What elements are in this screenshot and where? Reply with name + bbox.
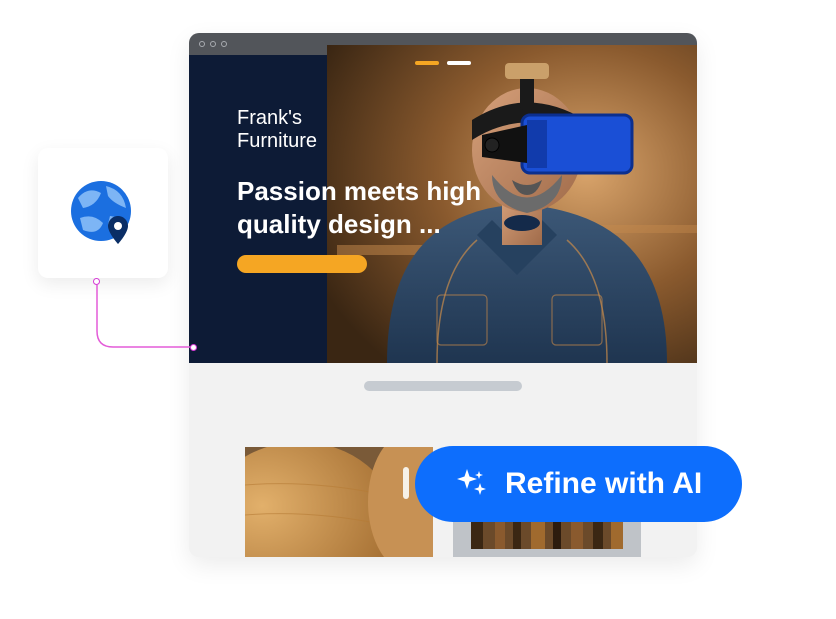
nav-dot-active (415, 61, 439, 65)
hero-headline: Passion meets high quality design ... (237, 175, 557, 240)
connector-endpoint (190, 344, 197, 351)
connector-line (93, 281, 198, 353)
brand-line-2: Furniture (237, 130, 317, 152)
product-card[interactable] (245, 447, 433, 557)
brand-name: Frank's Furniture (237, 107, 317, 153)
connector-endpoint (93, 278, 100, 285)
cta-button[interactable] (237, 255, 367, 273)
brand-line-1: Frank's (237, 107, 302, 129)
location-globe-card[interactable] (38, 148, 168, 278)
sparkle-icon (455, 467, 489, 501)
window-dot (199, 41, 205, 47)
nav-indicator (415, 61, 471, 65)
window-dot (210, 41, 216, 47)
hero-section: Frank's Furniture Passion meets high qua… (189, 55, 697, 363)
window-dot (221, 41, 227, 47)
refine-with-ai-button[interactable]: Refine with AI (415, 446, 742, 522)
text-placeholder (364, 381, 522, 391)
globe-pin-icon (68, 178, 138, 248)
refine-label: Refine with AI (505, 467, 702, 501)
nav-dot (447, 61, 471, 65)
